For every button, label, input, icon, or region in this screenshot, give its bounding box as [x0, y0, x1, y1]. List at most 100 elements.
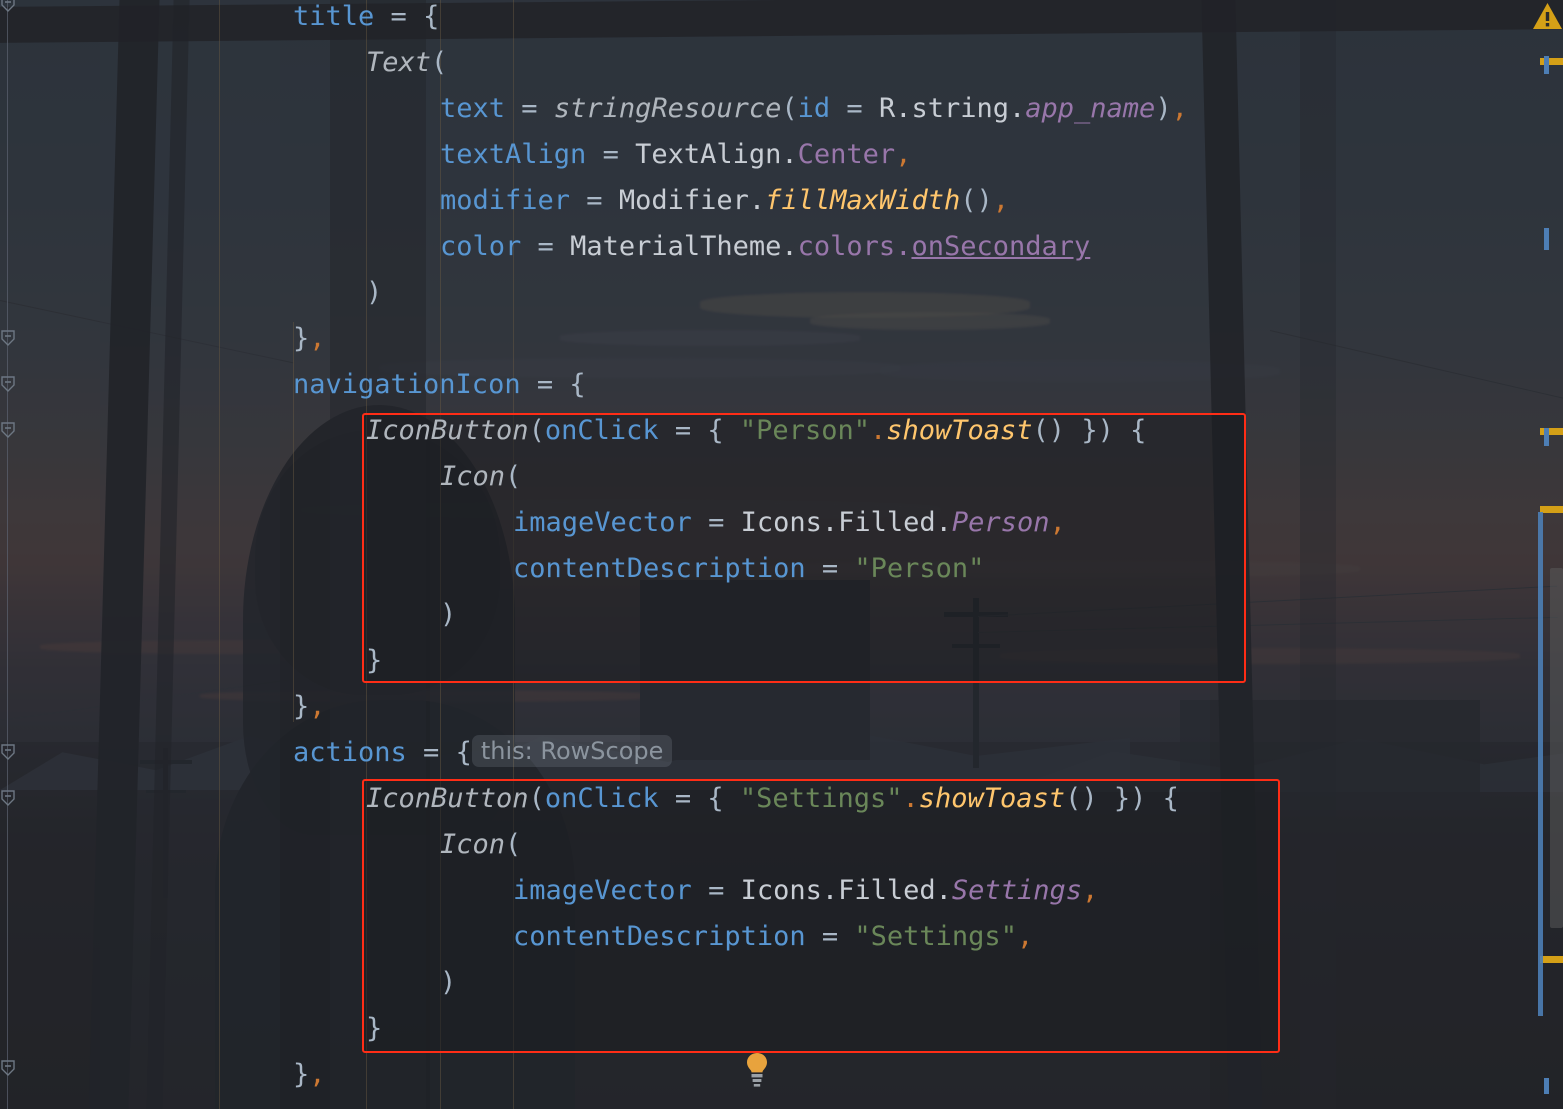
inlay-hint-rowscope[interactable]: this: RowScope — [471, 735, 673, 767]
tok-eq: = — [830, 93, 879, 124]
tok-dot: . — [895, 231, 912, 262]
code-line-3: text = stringResource(id = R.string.app_… — [0, 86, 1563, 132]
tok-Person-icon: Person — [951, 507, 1050, 538]
tok-brace: { — [423, 1, 440, 32]
tok-Settings-icon: Settings — [951, 875, 1082, 906]
tok-paren: ( — [431, 47, 448, 78]
tok-brace: } — [366, 645, 383, 676]
tok-eq: = — [805, 553, 855, 584]
code-line-10: IconButton(onClick = { "Person".showToas… — [0, 408, 1563, 454]
warning-triangle-icon[interactable] — [1532, 2, 1563, 30]
tok-close-paren: ) — [366, 277, 383, 308]
tok-title: title — [293, 1, 375, 32]
code-line-17: actions = {this: RowScope — [0, 730, 1563, 776]
code-line-15: } — [0, 638, 1563, 684]
tok-eq: = — [406, 737, 456, 768]
vertical-scrollbar-thumb[interactable] — [1550, 568, 1563, 928]
tok-imageVector: imageVector — [513, 507, 692, 538]
error-stripe-gutter[interactable] — [1533, 0, 1563, 1109]
tok-text-param: text — [440, 93, 506, 124]
tok-brace: { — [569, 369, 586, 400]
tok-brace: { — [707, 415, 740, 446]
tok-Icons-Filled: Icons.Filled. — [740, 875, 952, 906]
code-line-20: imageVector = Icons.Filled.Settings, — [0, 868, 1563, 914]
tok-tail: }) — [1097, 783, 1147, 814]
code-line-21: contentDescription = "Settings", — [0, 914, 1563, 960]
tok-onClick: onClick — [544, 783, 659, 814]
stripe-change-marker[interactable] — [1544, 56, 1549, 74]
tok-brace: { — [1146, 783, 1179, 814]
tok-Icon: Icon — [440, 461, 506, 492]
tok-eq: = — [520, 369, 570, 400]
tok-eq: = — [658, 783, 708, 814]
tok-color: color — [440, 231, 522, 262]
tok-close-paren: ) — [440, 967, 457, 998]
tok-comma: , — [1171, 93, 1188, 124]
code-line-5: modifier = Modifier.fillMaxWidth(), — [0, 178, 1563, 224]
tok-navigationIcon: navigationIcon — [293, 369, 521, 400]
stripe-warning-marker[interactable] — [1540, 506, 1563, 513]
code-line-9: navigationIcon = { — [0, 362, 1563, 408]
tok-paren: ( — [781, 93, 798, 124]
tok-Center: Center — [797, 139, 896, 170]
tok-Icon: Icon — [440, 829, 506, 860]
tok-eq: = — [570, 185, 619, 216]
tok-eq: = — [586, 139, 636, 170]
tok-comma: , — [895, 139, 912, 170]
tok-showToast: showToast — [886, 415, 1033, 446]
code-line-2: Text( — [0, 40, 1563, 86]
code-line-16: }, — [0, 684, 1563, 730]
tok-actions: actions — [293, 737, 407, 768]
vcs-change-bar[interactable] — [1538, 512, 1543, 1016]
tok-brace: } — [293, 691, 310, 722]
tok-modifier: modifier — [440, 185, 571, 216]
code-line-6: color = MaterialTheme.colors.onSecondary — [0, 224, 1563, 270]
tok-stringResource: stringResource — [553, 93, 782, 124]
tok-R-string: R.string. — [878, 93, 1026, 124]
tok-onSecondary: onSecondary — [911, 231, 1091, 262]
tok-eq: = — [374, 1, 424, 32]
tok-textAlign: textAlign — [440, 139, 587, 170]
tok-tail: }) — [1065, 415, 1114, 446]
tok-brace: { — [707, 783, 740, 814]
tok-brace: } — [293, 1059, 310, 1090]
tok-close-paren: ) — [440, 599, 457, 630]
tok-brace: } — [293, 323, 310, 354]
code-line-19: Icon( — [0, 822, 1563, 868]
tok-person-desc-string: "Person" — [854, 553, 985, 584]
code-line-18: IconButton(onClick = { "Settings".showTo… — [0, 776, 1563, 822]
tok-Text: Text — [366, 47, 432, 78]
stripe-warning-marker[interactable] — [1540, 956, 1563, 963]
tok-comma: , — [1016, 921, 1034, 952]
lightbulb-intention-icon[interactable] — [744, 1052, 770, 1088]
tok-parens: () — [1065, 783, 1098, 814]
tok-eq: = — [521, 231, 571, 262]
tok-brace: { — [455, 737, 472, 768]
tok-parens: () — [960, 185, 993, 216]
code-line-24: }, — [0, 1052, 1563, 1098]
tok-eq: = — [805, 921, 855, 952]
tok-comma: , — [1081, 875, 1099, 906]
tok-paren: ( — [528, 415, 545, 446]
tok-Icons-Filled: Icons.Filled. — [740, 507, 952, 538]
tok-IconButton: IconButton — [366, 783, 529, 814]
stripe-change-marker[interactable] — [1544, 1078, 1549, 1094]
code-line-7: ) — [0, 270, 1563, 316]
code-line-1: title = { — [0, 0, 1563, 40]
code-line-23: } — [0, 1006, 1563, 1052]
tok-brace: { — [1113, 415, 1147, 446]
tok-settings-string: "Settings" — [739, 783, 903, 814]
stripe-change-marker[interactable] — [1544, 428, 1549, 446]
tok-fillMaxWidth: fillMaxWidth — [765, 185, 961, 216]
tok-imageVector: imageVector — [513, 875, 692, 906]
code-line-12: imageVector = Icons.Filled.Person, — [0, 500, 1563, 546]
stripe-change-marker[interactable] — [1544, 228, 1549, 250]
source-code-area[interactable]: title = { Text( text = stringResource(id… — [0, 0, 1563, 1109]
tok-eq: = — [691, 507, 741, 538]
tok-Modifier: Modifier. — [618, 185, 766, 216]
code-line-8: }, — [0, 316, 1563, 362]
tok-id: id — [797, 93, 831, 124]
tok-colors: colors — [797, 231, 896, 262]
tok-eq: = — [505, 93, 554, 124]
code-editor[interactable]: title = { Text( text = stringResource(id… — [0, 0, 1563, 1109]
